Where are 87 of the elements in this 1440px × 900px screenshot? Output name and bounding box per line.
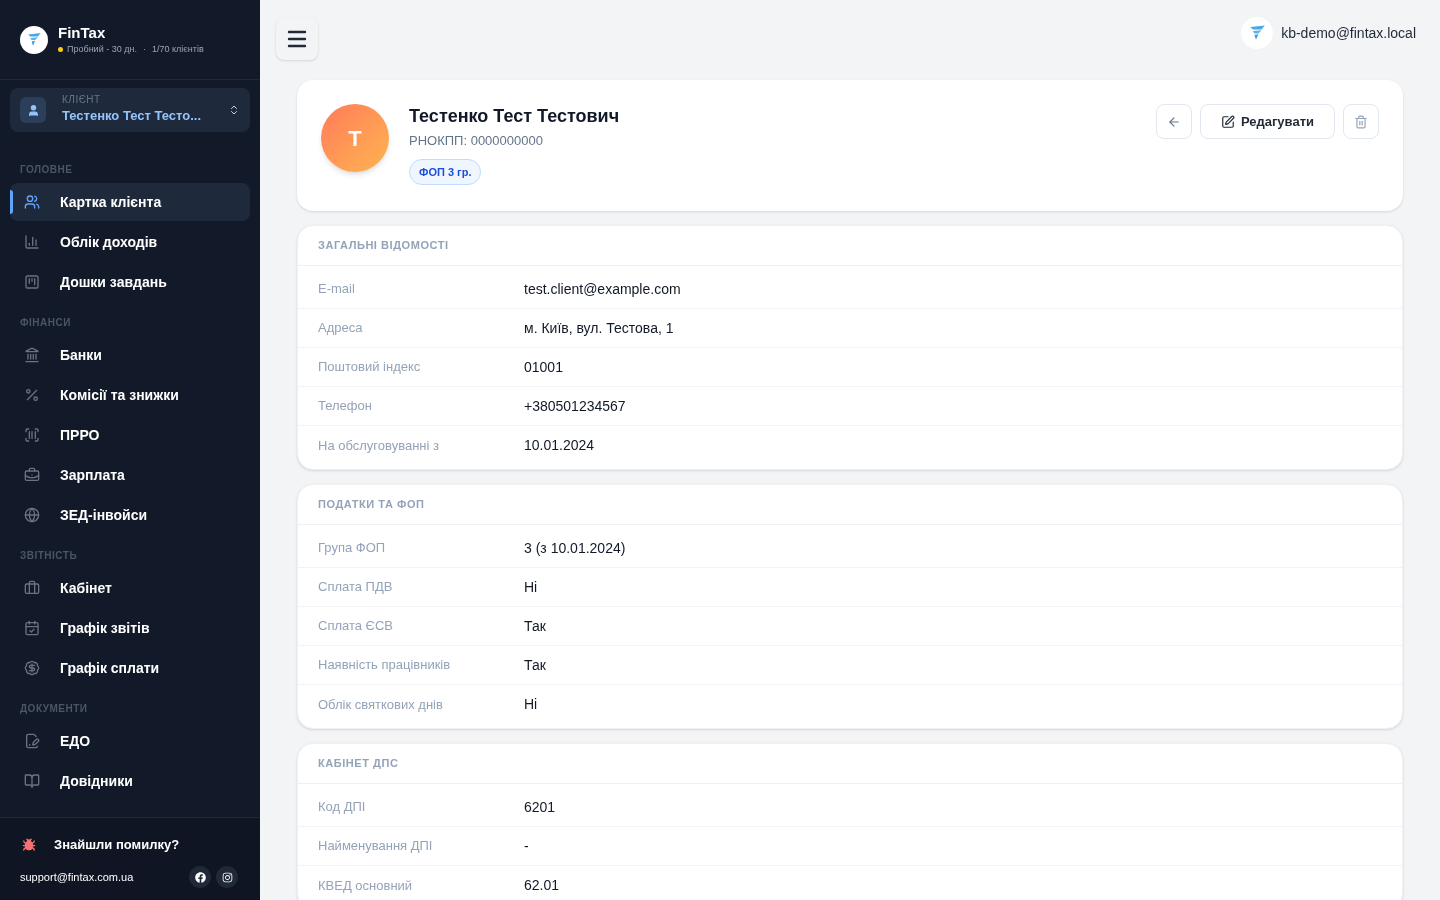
- plan-label: Пробний - 30 дн.: [67, 42, 137, 56]
- nav-item[interactable]: Довідники: [10, 762, 250, 800]
- client-label: КЛІЄНТ: [62, 94, 102, 107]
- field-value: test.client@example.com: [524, 279, 681, 299]
- field-value: Ні: [524, 577, 538, 597]
- calendar-icon: [24, 620, 40, 636]
- book-icon: [24, 773, 40, 789]
- chevron-icon: [228, 104, 240, 116]
- field-value: 10.01.2024: [524, 436, 595, 455]
- instagram-button[interactable]: [216, 866, 238, 888]
- support-email[interactable]: support@fintax.com.ua: [20, 868, 134, 886]
- field-value: м. Київ, вул. Тестова, 1: [524, 318, 674, 338]
- field-value: +380501234567: [524, 396, 626, 416]
- section-label: ЗВІТНІСТЬ: [19, 549, 79, 563]
- brand-name: FinTax: [58, 22, 107, 43]
- client-selector[interactable]: КЛІЄНТ Тестенко Тест Тесто...: [10, 88, 250, 132]
- user-icon: [20, 97, 46, 123]
- barcode-icon: [24, 427, 40, 443]
- field-value: Ні: [524, 695, 538, 714]
- field-label: КВЕД основний: [318, 876, 414, 895]
- nav-item[interactable]: Облік доходів: [10, 223, 250, 261]
- field-value: Так: [524, 655, 546, 675]
- briefcase-icon: [24, 580, 40, 596]
- facebook-button[interactable]: [189, 866, 211, 888]
- field-value: -: [524, 836, 529, 856]
- field-label: Телефон: [318, 397, 373, 416]
- card-title: КАБІНЕТ ДПС: [318, 756, 399, 772]
- nav-item[interactable]: Кабінет: [10, 569, 250, 607]
- bug-icon: [22, 838, 36, 852]
- field-value: Так: [524, 616, 546, 636]
- nav-item[interactable]: Комісії та знижки: [10, 376, 250, 414]
- kanban-icon: [24, 274, 40, 290]
- field-label: На обслуговуванні з: [318, 436, 440, 455]
- client-count: 1/70 клієнтів: [151, 42, 204, 56]
- field-label: Сплата ЄСВ: [318, 617, 394, 636]
- bar-chart-icon: [24, 234, 40, 250]
- globe-icon: [24, 507, 40, 523]
- percent-icon: [24, 387, 40, 403]
- field-label: Облік святкових днів: [318, 695, 444, 714]
- nav-item[interactable]: ПРРО: [10, 416, 250, 454]
- field-label: E-mail: [318, 280, 356, 299]
- field-label: Група ФОП: [318, 539, 387, 558]
- field-label: Адреса: [318, 319, 364, 338]
- avatar: Т: [321, 104, 389, 172]
- section-label: ГОЛОВНЕ: [19, 163, 74, 177]
- menu-button[interactable]: [276, 18, 318, 60]
- client-full-name: Тестенко Тест Тестович: [409, 105, 621, 128]
- nav-item[interactable]: Графік сплати: [10, 649, 250, 687]
- logo-icon: [1241, 17, 1274, 49]
- nav-item[interactable]: Картка клієнта: [10, 183, 250, 221]
- field-value: 62.01: [524, 876, 560, 895]
- field-label: Наявність працівників: [318, 656, 452, 675]
- nav-item[interactable]: Зарплата: [10, 456, 250, 494]
- field-value: 3 (з 10.01.2024): [524, 538, 626, 558]
- field-label: Сплата ПДВ: [318, 578, 394, 597]
- bank-icon: [24, 347, 40, 363]
- client-name: Тестенко Тест Тесто...: [62, 107, 203, 126]
- logo-icon: [20, 25, 48, 54]
- nav-item[interactable]: Графік звітів: [10, 609, 250, 647]
- field-value: 6201: [524, 797, 556, 817]
- field-label: Код ДПІ: [318, 798, 367, 817]
- facebook-icon: [194, 871, 206, 883]
- user-menu[interactable]: kb-demo@fintax.local: [1241, 17, 1416, 49]
- edit-button[interactable]: Редагувати: [1199, 104, 1335, 139]
- nav-item[interactable]: Дошки завдань: [10, 263, 250, 301]
- back-icon: [1166, 114, 1181, 129]
- field-label: Найменування ДПІ: [318, 837, 434, 856]
- users-icon: [24, 194, 40, 210]
- group-tag: ФОП 3 гр.: [409, 158, 482, 185]
- field-label: Поштовий індекс: [318, 358, 422, 377]
- nav-item[interactable]: Банки: [10, 336, 250, 374]
- trash-icon: [1354, 114, 1368, 129]
- card-title: ПОДАТКИ ТА ФОП: [318, 497, 425, 513]
- section-label: ДОКУМЕНТИ: [19, 702, 89, 716]
- section-label: ФІНАНСИ: [19, 316, 72, 330]
- nav-item[interactable]: ЕДО: [10, 722, 250, 760]
- active-indicator: [10, 190, 13, 214]
- separator: ·: [141, 42, 147, 56]
- tax-id: РНОКПП: 0000000000: [409, 132, 544, 150]
- card-title: ЗАГАЛЬНІ ВІДОМОСТІ: [318, 238, 449, 254]
- document-icon: [24, 733, 40, 749]
- edit-icon: [1220, 114, 1235, 129]
- briefcase-icon: [24, 467, 40, 483]
- bug-report-link[interactable]: Знайшли помилку?: [20, 832, 240, 858]
- field-value: 01001: [524, 357, 563, 377]
- instagram-icon: [221, 871, 233, 883]
- nav-item[interactable]: ЗЕД-інвойси: [10, 496, 250, 534]
